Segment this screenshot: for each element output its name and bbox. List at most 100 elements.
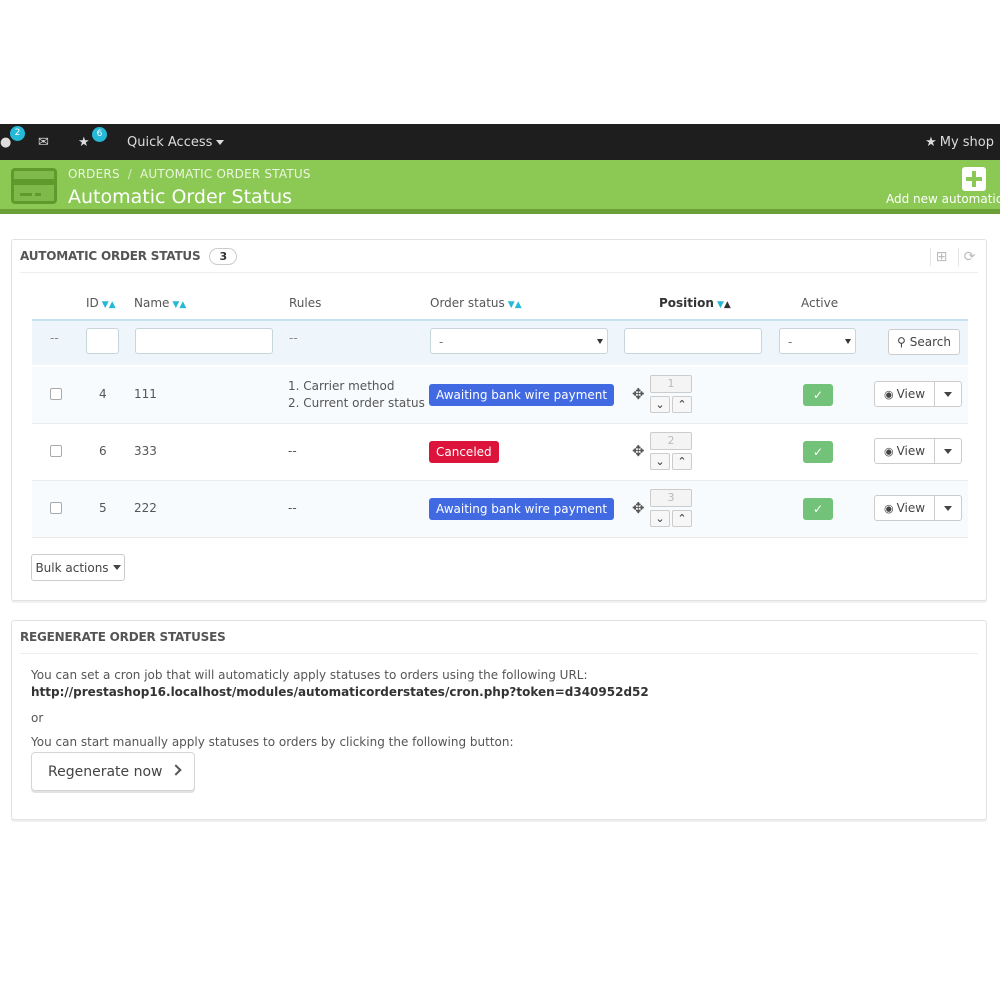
row-checkbox[interactable] bbox=[50, 388, 62, 400]
view-button-group: ◉ View bbox=[874, 495, 962, 521]
drag-handle-icon[interactable]: ✥ bbox=[632, 499, 645, 517]
orders-badge: 6 bbox=[92, 127, 107, 142]
add-square-icon[interactable]: ⊞ bbox=[930, 248, 952, 266]
quick-access-label: Quick Access bbox=[127, 134, 213, 150]
table-row: 4 111 1. Carrier method 2. Current order… bbox=[32, 367, 968, 424]
search-button[interactable]: ⚲ Search bbox=[888, 329, 960, 355]
my-shop-label: My shop bbox=[939, 134, 994, 150]
row-actions-dropdown[interactable] bbox=[935, 439, 961, 463]
position-filter-input[interactable] bbox=[624, 328, 762, 354]
column-position: Position ▼▲ bbox=[659, 296, 731, 310]
view-button[interactable]: ◉ View bbox=[875, 382, 935, 406]
add-new-button[interactable] bbox=[962, 167, 986, 191]
refresh-icon[interactable]: ⟳ bbox=[958, 248, 980, 266]
name-filter-input[interactable] bbox=[135, 328, 273, 354]
caret-down-icon bbox=[112, 565, 121, 570]
row-id: 5 bbox=[99, 501, 107, 515]
column-order-status: Order status ▼▲ bbox=[430, 296, 522, 310]
view-button[interactable]: ◉ View bbox=[875, 496, 935, 520]
caret-down-icon bbox=[944, 506, 952, 511]
row-name: 111 bbox=[134, 387, 157, 401]
envelope-icon: ✉ bbox=[38, 134, 49, 150]
panel-heading: REGENERATE ORDER STATUSES bbox=[20, 621, 226, 653]
add-new-label[interactable]: Add new automatic o bbox=[886, 192, 1000, 206]
row-rules: -- bbox=[288, 444, 297, 458]
active-check-icon[interactable]: ✓ bbox=[803, 498, 833, 520]
bulk-actions-button[interactable]: Bulk actions bbox=[31, 554, 125, 581]
sort-icon[interactable]: ▼▲ bbox=[717, 300, 731, 310]
table-row: 6 333 -- Canceled ✥ 2 ⌄ ⌃ ✓ ◉ View bbox=[32, 424, 968, 481]
caret-down-icon bbox=[944, 449, 952, 454]
breadcrumb-orders[interactable]: ORDERS bbox=[68, 167, 120, 181]
orders-link[interactable]: ★ 6 bbox=[78, 124, 107, 160]
panel-toolbar: ⊞ ⟳ bbox=[924, 248, 980, 266]
rules-filter-placeholder: -- bbox=[289, 331, 298, 345]
automatic-order-status-panel: AUTOMATIC ORDER STATUS 3 ⊞ ⟳ ID ▼▲ Name ▼▲… bbox=[11, 239, 987, 601]
manual-instructions: You can start manually apply statuses to… bbox=[31, 735, 514, 749]
eye-icon: ◉ bbox=[883, 501, 894, 515]
row-actions-dropdown[interactable] bbox=[935, 496, 961, 520]
sort-icon[interactable]: ▼▲ bbox=[172, 300, 186, 310]
cron-url: http://prestashop16.localhost/modules/au… bbox=[31, 685, 649, 699]
active-check-icon[interactable]: ✓ bbox=[803, 384, 833, 406]
row-checkbox[interactable] bbox=[50, 445, 62, 457]
table-row: 5 222 -- Awaiting bank wire payment ✥ 3 … bbox=[32, 481, 968, 538]
view-button[interactable]: ◉ View bbox=[875, 439, 935, 463]
breadcrumb-current[interactable]: AUTOMATIC ORDER STATUS bbox=[140, 167, 311, 181]
position-value: 3 bbox=[650, 489, 692, 507]
column-rules: Rules bbox=[289, 296, 322, 310]
cron-instructions: You can set a cron job that will automat… bbox=[31, 668, 588, 682]
credit-card-icon bbox=[11, 168, 57, 204]
caret-down-icon bbox=[216, 139, 225, 145]
sort-icon[interactable]: ▼▲ bbox=[102, 300, 116, 310]
active-check-icon[interactable]: ✓ bbox=[803, 441, 833, 463]
customers-badge: 2 bbox=[10, 126, 25, 141]
or-text: or bbox=[31, 711, 44, 725]
order-status-filter-select[interactable]: - bbox=[430, 328, 608, 354]
active-filter-select[interactable]: - bbox=[779, 328, 856, 354]
row-id: 4 bbox=[99, 387, 107, 401]
filter-row: -- -- - - ⚲ Search bbox=[32, 319, 968, 365]
search-icon: ⚲ bbox=[896, 335, 906, 349]
move-down-button[interactable]: ⌄ bbox=[650, 510, 670, 527]
row-name: 222 bbox=[134, 501, 157, 515]
panel-heading: AUTOMATIC ORDER STATUS 3 bbox=[20, 240, 237, 272]
my-shop-link[interactable]: ★ My shop bbox=[925, 124, 994, 160]
page-header: ORDERS / AUTOMATIC ORDER STATUS Automatic … bbox=[0, 160, 1000, 214]
row-checkbox[interactable] bbox=[50, 502, 62, 514]
position-value: 2 bbox=[650, 432, 692, 450]
count-badge: 3 bbox=[209, 247, 237, 265]
id-filter-input[interactable] bbox=[86, 328, 119, 354]
move-up-button[interactable]: ⌃ bbox=[672, 453, 692, 470]
row-actions-dropdown[interactable] bbox=[935, 382, 961, 406]
page: ● 2 ✉ ★ 6 Quick Access ★ My shop ORDERS /… bbox=[0, 0, 1000, 1000]
sort-icon[interactable]: ▼▲ bbox=[508, 300, 522, 310]
messages-link[interactable]: ✉ bbox=[38, 124, 49, 160]
user-icon: ● bbox=[0, 134, 12, 150]
view-button-group: ◉ View bbox=[874, 381, 962, 407]
page-title: Automatic Order Status bbox=[68, 186, 293, 208]
column-name: Name ▼▲ bbox=[134, 296, 187, 310]
move-down-button[interactable]: ⌄ bbox=[650, 396, 670, 413]
trophy-icon: ★ bbox=[78, 134, 90, 150]
eye-icon: ◉ bbox=[883, 387, 894, 401]
move-up-button[interactable]: ⌃ bbox=[672, 510, 692, 527]
row-id: 6 bbox=[99, 444, 107, 458]
move-down-button[interactable]: ⌄ bbox=[650, 453, 670, 470]
move-up-button[interactable]: ⌃ bbox=[672, 396, 692, 413]
drag-handle-icon[interactable]: ✥ bbox=[632, 385, 645, 403]
select-arrow-icon bbox=[845, 339, 851, 344]
regenerate-panel: REGENERATE ORDER STATUSES You can set a … bbox=[11, 620, 987, 820]
status-badge: Awaiting bank wire payment bbox=[429, 498, 615, 520]
customers-link[interactable]: ● 2 bbox=[0, 124, 25, 160]
status-badge: Canceled bbox=[429, 441, 499, 463]
quick-access-dropdown[interactable]: Quick Access bbox=[127, 124, 225, 160]
view-button-group: ◉ View bbox=[874, 438, 962, 464]
chevron-right-icon bbox=[170, 764, 182, 776]
row-rules: -- bbox=[288, 501, 297, 515]
breadcrumb: ORDERS / AUTOMATIC ORDER STATUS bbox=[68, 167, 311, 181]
column-active: Active bbox=[801, 296, 839, 310]
drag-handle-icon[interactable]: ✥ bbox=[632, 442, 645, 460]
status-badge: Awaiting bank wire payment bbox=[429, 384, 615, 406]
regenerate-now-button[interactable]: Regenerate now bbox=[31, 752, 195, 791]
